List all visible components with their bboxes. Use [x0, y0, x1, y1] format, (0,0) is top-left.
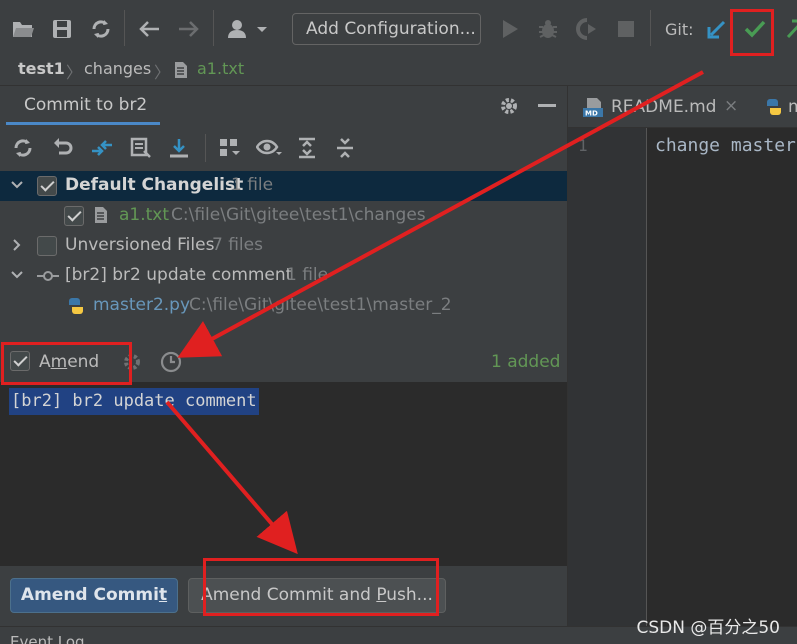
annotation-arrow-to-amend — [177, 70, 704, 358]
annotation-arrows — [165, 70, 704, 555]
annotation-arrow-to-push — [165, 400, 298, 555]
